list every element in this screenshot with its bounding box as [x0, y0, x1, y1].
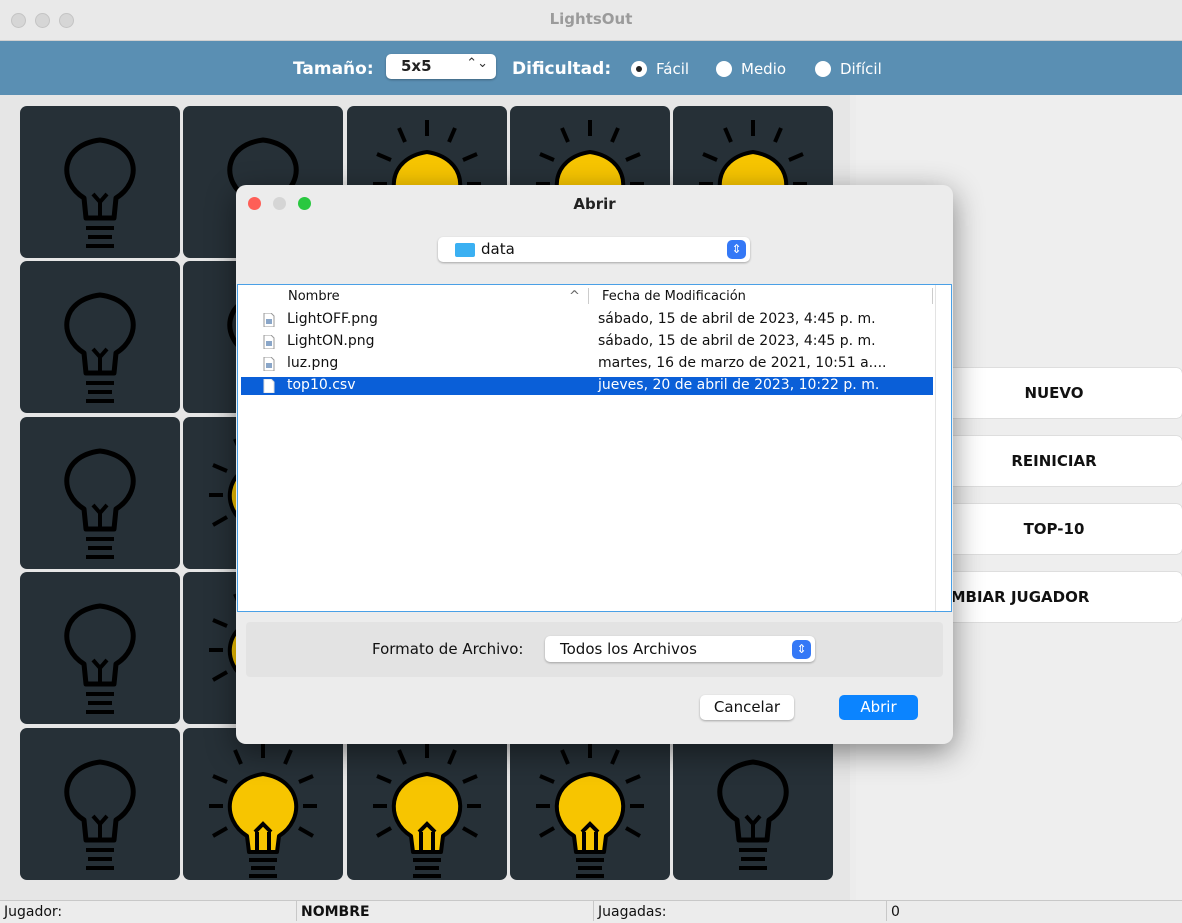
file-date: sábado, 15 de abril de 2023, 4:45 p. m. — [598, 333, 876, 349]
file-row[interactable]: LightOFF.png sábado, 15 de abril de 2023… — [241, 311, 933, 329]
column-divider — [932, 288, 933, 304]
sort-ascending-icon: ^ — [569, 289, 580, 304]
chevron-updown-icon: ⇕ — [792, 640, 811, 659]
column-header-date[interactable]: Fecha de Modificación — [602, 289, 746, 304]
file-name: top10.csv — [287, 377, 356, 393]
lightbulb-on-icon — [373, 742, 481, 878]
difficulty-easy-label[interactable]: Fácil — [656, 60, 689, 78]
location-value: data — [481, 240, 515, 258]
lightbulb-off-icon — [64, 448, 136, 559]
moves-label: Juagadas: — [594, 901, 887, 921]
difficulty-radio-hard[interactable] — [815, 61, 831, 77]
open-file-dialog: Abrir data ⇕ Nombre ^ Fecha de Modificac… — [236, 185, 953, 744]
file-date: martes, 16 de marzo de 2021, 10:51 a.... — [598, 355, 887, 371]
lightbulb-off-icon — [717, 759, 789, 870]
game-toolbar: Tamaño: 5x5 ⌃⌄ Dificultad: Fácil Medio D… — [0, 41, 1182, 95]
board-cell[interactable] — [20, 572, 180, 724]
lightbulb-off-icon — [64, 603, 136, 714]
difficulty-label: Dificultad: — [512, 59, 612, 79]
board-cell[interactable] — [347, 728, 507, 880]
board-cell[interactable] — [20, 417, 180, 569]
chevron-updown-icon: ⌃⌄ — [466, 56, 488, 71]
folder-icon — [455, 243, 475, 257]
file-row-selected[interactable]: top10.csv jueves, 20 de abril de 2023, 1… — [241, 377, 933, 395]
column-header-name[interactable]: Nombre — [288, 289, 340, 304]
format-select[interactable]: Todos los Archivos ⇕ — [545, 636, 815, 662]
lightbulb-off-icon — [64, 292, 136, 403]
size-label: Tamaño: — [293, 59, 374, 79]
player-value: NOMBRE — [297, 901, 594, 921]
size-select[interactable]: 5x5 ⌃⌄ — [386, 54, 496, 79]
image-file-icon — [263, 357, 275, 371]
board-cell[interactable] — [20, 728, 180, 880]
difficulty-radio-medium[interactable] — [716, 61, 732, 77]
board-cell[interactable] — [183, 728, 343, 880]
difficulty-hard-label[interactable]: Difícil — [840, 60, 882, 78]
board-cell[interactable] — [510, 728, 670, 880]
window-title: LightsOut — [549, 10, 633, 28]
board-cell[interactable] — [20, 261, 180, 413]
lightbulb-off-icon — [64, 137, 136, 248]
file-row[interactable]: LightON.png sábado, 15 de abril de 2023,… — [241, 333, 933, 351]
restart-button[interactable]: REINICIAR — [926, 436, 1182, 486]
window-titlebar: LightsOut — [0, 0, 1182, 41]
lightbulb-off-icon — [64, 759, 136, 870]
list-scrollbar-track[interactable] — [935, 285, 936, 611]
change-player-button[interactable]: CAMBIAR JUGADOR — [926, 572, 1182, 622]
lightbulb-on-icon — [209, 742, 317, 878]
column-divider — [588, 288, 589, 304]
difficulty-medium-label[interactable]: Medio — [741, 60, 786, 78]
board-cell[interactable] — [673, 728, 833, 880]
size-value: 5x5 — [401, 57, 432, 75]
new-game-button[interactable]: NUEVO — [926, 368, 1182, 418]
file-name: LightOFF.png — [287, 311, 378, 327]
format-value: Todos los Archivos — [560, 640, 697, 658]
difficulty-radio-easy[interactable] — [631, 61, 647, 77]
top10-button[interactable]: TOP-10 — [926, 504, 1182, 554]
file-date: jueves, 20 de abril de 2023, 10:22 p. m. — [598, 377, 880, 393]
format-bar: Formato de Archivo: Todos los Archivos ⇕ — [246, 622, 943, 677]
board-cell[interactable] — [20, 106, 180, 258]
dialog-title: Abrir — [573, 195, 616, 213]
open-button[interactable]: Abrir — [839, 695, 918, 720]
format-label: Formato de Archivo: — [372, 640, 524, 658]
file-name: luz.png — [287, 355, 339, 371]
image-file-icon — [263, 313, 275, 327]
document-file-icon — [263, 379, 275, 393]
file-date: sábado, 15 de abril de 2023, 4:45 p. m. — [598, 311, 876, 327]
lightbulb-on-icon — [536, 742, 644, 878]
file-list[interactable]: Nombre ^ Fecha de Modificación LightOFF.… — [237, 284, 952, 612]
cancel-button[interactable]: Cancelar — [700, 695, 794, 720]
chevron-updown-icon: ⇕ — [727, 240, 746, 259]
image-file-icon — [263, 335, 275, 349]
file-name: LightON.png — [287, 333, 375, 349]
moves-value: 0 — [891, 904, 900, 920]
status-bar: Jugador: NOMBRE Juagadas: 0 — [0, 900, 1182, 921]
player-label: Jugador: — [0, 901, 297, 921]
file-row[interactable]: luz.png martes, 16 de marzo de 2021, 10:… — [241, 355, 933, 373]
location-select[interactable]: data ⇕ — [438, 237, 750, 262]
